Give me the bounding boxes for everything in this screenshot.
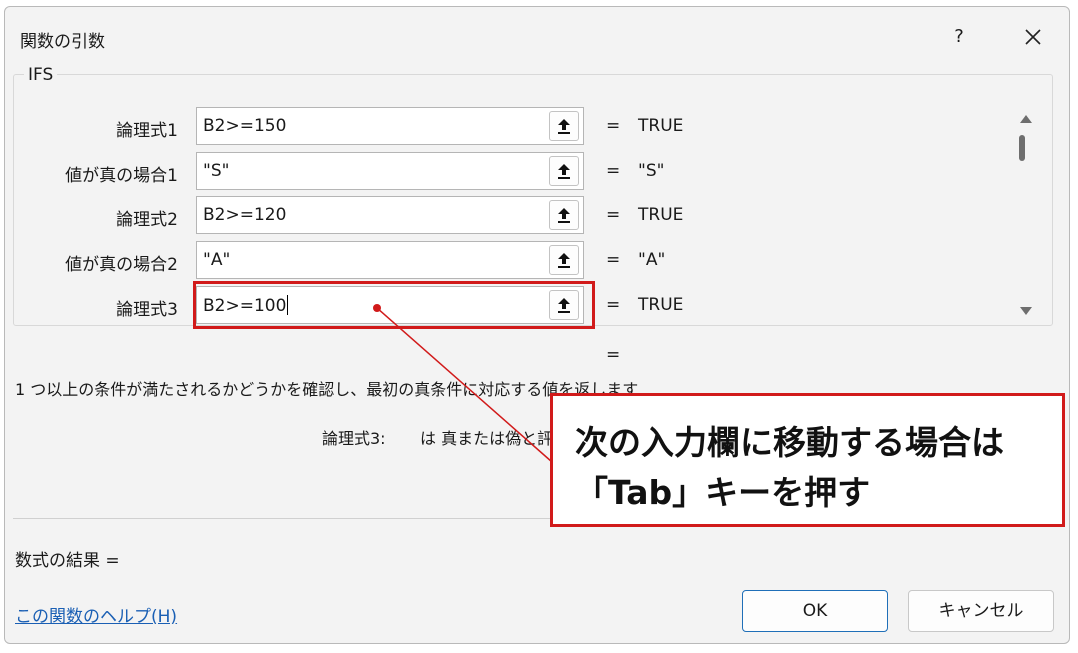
argument-input[interactable]: "S" <box>196 152 584 190</box>
ok-button[interactable]: OK <box>742 590 888 632</box>
equals-sign: = <box>606 250 621 270</box>
dialog-title: 関数の引数 <box>20 32 105 52</box>
upload-arrow-icon <box>558 253 570 268</box>
scroll-down-icon[interactable] <box>1015 300 1037 322</box>
equals-sign: = <box>606 161 621 181</box>
argument-label: 論理式2 <box>116 210 178 230</box>
argument-value: "A" <box>203 250 231 270</box>
collapse-dialog-button[interactable] <box>549 156 579 186</box>
argument-help-label: 論理式3: <box>322 429 386 448</box>
upload-arrow-icon <box>558 119 570 134</box>
argument-label: 論理式1 <box>116 121 178 141</box>
argument-label: 論理式3 <box>116 300 178 320</box>
argument-input[interactable]: "A" <box>196 241 584 279</box>
collapse-dialog-button[interactable] <box>549 245 579 275</box>
argument-row: 値が真の場合1 "S" = "S" <box>0 152 1000 192</box>
equals-sign: = <box>606 116 621 136</box>
scrollbar-thumb[interactable] <box>1019 135 1025 161</box>
collapse-dialog-button[interactable] <box>549 200 579 230</box>
argument-result: TRUE <box>638 205 684 225</box>
annotation-callout: 次の入力欄に移動する場合は 「Tab」キーを押す <box>550 393 1065 527</box>
close-icon <box>1025 29 1041 45</box>
argument-input[interactable]: B2>=120 <box>196 196 584 234</box>
argument-row: 論理式2 B2>=120 = TRUE <box>0 196 1000 236</box>
cancel-button[interactable]: キャンセル <box>908 590 1054 632</box>
argument-row: 値が真の場合2 "A" = "A" <box>0 241 1000 281</box>
divider <box>13 518 553 519</box>
close-button[interactable] <box>1015 20 1051 54</box>
upload-arrow-icon <box>558 208 570 223</box>
argument-help-text: は 真または偽と評 <box>420 429 554 448</box>
argument-value: B2>=120 <box>203 205 287 225</box>
help-button[interactable]: ? <box>947 24 971 50</box>
collapse-dialog-button[interactable] <box>549 111 579 141</box>
argument-result: TRUE <box>638 116 684 136</box>
argument-value: B2>=150 <box>203 116 287 136</box>
function-description: 1 つ以上の条件が満たされるかどうかを確認し、最初の真条件に対応する値を返します <box>15 380 639 399</box>
function-help-link[interactable]: この関数のヘルプ(H) <box>15 602 177 627</box>
argument-value: "S" <box>203 161 230 181</box>
scroll-up-icon[interactable] <box>1015 108 1037 130</box>
argument-result: TRUE <box>638 295 684 315</box>
equals-sign: = <box>606 295 621 315</box>
formula-result: 数式の結果 = <box>15 551 120 571</box>
callout-text-line1: 次の入力欄に移動する場合は <box>575 423 1004 462</box>
upload-arrow-icon <box>558 164 570 179</box>
argument-input[interactable]: B2>=150 <box>196 107 584 145</box>
equals-sign: = <box>606 205 621 225</box>
callout-text-line2: 「Tab」キーを押す <box>575 473 871 512</box>
formula-equals-sign: = <box>606 345 621 365</box>
function-name: IFS <box>24 65 58 85</box>
argument-label: 値が真の場合1 <box>65 166 178 186</box>
annotation-highlight-box <box>193 281 595 329</box>
argument-label: 値が真の場合2 <box>65 255 178 275</box>
argument-row: 論理式1 B2>=150 = TRUE <box>0 107 1000 147</box>
argument-result: "S" <box>638 161 665 181</box>
argument-result: "A" <box>638 250 666 270</box>
